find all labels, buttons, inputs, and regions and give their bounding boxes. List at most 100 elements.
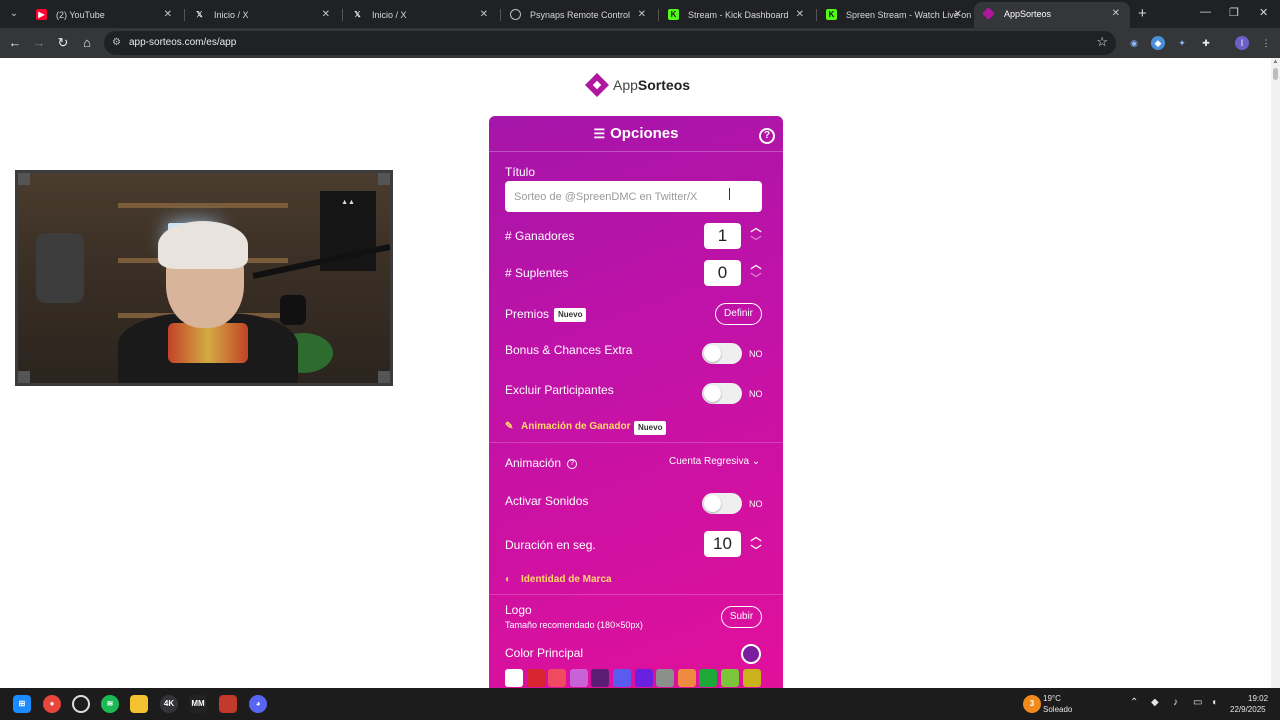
volume-icon[interactable]: ◖ <box>1211 697 1217 708</box>
reload-icon[interactable]: ↻ <box>55 35 71 51</box>
main-color-preview[interactable] <box>741 644 761 664</box>
minimize-icon[interactable]: — <box>1200 6 1211 18</box>
back-icon[interactable]: ← <box>7 35 23 51</box>
app-mm-icon[interactable]: MM <box>189 695 207 713</box>
scroll-up-icon[interactable]: ▲ <box>1272 59 1279 65</box>
color-swatch[interactable] <box>656 669 675 687</box>
color-swatch[interactable] <box>677 669 696 687</box>
x-icon: 𝕏 <box>196 10 203 19</box>
sounds-toggle[interactable] <box>702 493 742 514</box>
home-icon[interactable]: ⌂ <box>79 35 95 51</box>
color-swatch[interactable] <box>613 669 631 687</box>
logo-size-hint: Tamaño recomendado (180×50px) <box>505 620 643 630</box>
upload-logo-button[interactable]: Subir <box>721 606 762 628</box>
substitutes-increment-icon[interactable]: ︿ <box>748 259 764 271</box>
profile-avatar[interactable]: I <box>1235 36 1249 50</box>
options-title: ☰ Opciones <box>593 125 679 142</box>
restore-icon[interactable]: ❐ <box>1229 6 1239 19</box>
microphone-icon[interactable]: ♪ <box>1173 697 1178 708</box>
address-bar[interactable]: ⚙ app-sorteos.com/es/app ☆ <box>104 31 1116 55</box>
tab-title: Inicio / X <box>372 10 407 20</box>
winners-value[interactable]: 1 <box>704 223 741 249</box>
animation-label: Animación? <box>505 456 578 470</box>
color-swatch[interactable] <box>699 669 718 687</box>
new-tab-button[interactable]: + <box>1138 5 1147 23</box>
page-scrollbar[interactable]: ▲ <box>1271 58 1280 688</box>
chevron-up-icon[interactable]: ⌃ <box>1130 697 1138 708</box>
title-input[interactable] <box>505 181 762 212</box>
tab-appsorteos[interactable]: AppSorteos ✕ <box>974 2 1130 28</box>
section-divider <box>489 442 783 443</box>
define-prizes-button[interactable]: Definir <box>715 303 762 325</box>
weather-desc: Soleado <box>1043 705 1073 714</box>
discord-icon[interactable]: ◕ <box>249 695 267 713</box>
windows-start-icon[interactable]: ⊞ <box>13 695 31 713</box>
app-stream-icon[interactable] <box>219 695 237 713</box>
spotify-icon[interactable]: ≋ <box>101 695 119 713</box>
tab-title: Spreen Stream - Watch Live on <box>846 10 972 20</box>
color-swatch[interactable] <box>569 669 588 687</box>
close-icon[interactable]: ✕ <box>954 4 962 26</box>
tab-kick-dashboard[interactable]: K Stream - Kick Dashboard ✕ <box>658 4 814 26</box>
display-icon[interactable]: ▭ <box>1193 697 1202 708</box>
scrollbar-thumb[interactable] <box>1273 68 1278 80</box>
duration-increment-icon[interactable]: ︿ <box>748 531 764 543</box>
help-icon[interactable]: ? <box>759 128 775 144</box>
shirt-print <box>168 323 248 363</box>
frame-corner <box>378 371 390 383</box>
close-icon[interactable]: ✕ <box>164 4 172 26</box>
browser-menu-icon[interactable]: ⋮ <box>1259 36 1273 50</box>
file-explorer-icon[interactable] <box>130 695 148 713</box>
color-swatch[interactable] <box>742 669 761 687</box>
figure <box>36 233 84 303</box>
extension-shield-icon[interactable]: ◆ <box>1151 36 1165 50</box>
animation-help-icon[interactable]: ? <box>567 458 578 469</box>
duration-value[interactable]: 10 <box>704 531 741 557</box>
winners-increment-icon[interactable]: ︿ <box>748 222 764 234</box>
sounds-label: Activar Sonidos <box>505 494 589 508</box>
color-swatch[interactable] <box>505 669 523 687</box>
tab-search-icon[interactable]: ⌄ <box>6 6 22 22</box>
substitutes-decrement-icon[interactable]: ﹀ <box>748 273 764 285</box>
app-4k-icon[interactable]: 4K <box>160 695 178 713</box>
color-swatch[interactable] <box>634 669 653 687</box>
site-info-icon[interactable]: ⚙ <box>112 37 124 49</box>
url-text: app-sorteos.com/es/app <box>129 37 237 48</box>
duration-decrement-icon[interactable]: ﹀ <box>748 545 764 557</box>
extension-translate-icon[interactable]: ✦ <box>1175 36 1189 50</box>
winners-decrement-icon[interactable]: ﹀ <box>748 236 764 248</box>
forward-icon[interactable]: → <box>31 35 47 51</box>
obs-icon[interactable] <box>72 695 90 713</box>
tab-x-home-1[interactable]: 𝕏 Inicio / X ✕ <box>184 4 340 26</box>
weather-icon[interactable]: 3 <box>1023 695 1041 713</box>
sounds-state: NO <box>749 499 763 509</box>
weather-temp: 19°C <box>1043 694 1061 703</box>
tab-psynaps[interactable]: Psynaps Remote Control ✕ <box>500 4 656 26</box>
color-swatch[interactable] <box>721 669 739 687</box>
extensions-puzzle-icon[interactable]: ✚ <box>1199 36 1213 50</box>
tab-youtube[interactable]: ▶ (2) YouTube ✕ <box>26 4 182 26</box>
title-label: Título <box>505 165 536 179</box>
chrome-icon[interactable]: ● <box>43 695 61 713</box>
close-icon[interactable]: ✕ <box>1112 2 1120 26</box>
close-icon[interactable]: ✕ <box>480 4 488 26</box>
color-swatch[interactable] <box>591 669 610 687</box>
substitutes-value[interactable]: 0 <box>704 260 741 286</box>
network-tray-icon[interactable]: ◆ <box>1151 697 1159 708</box>
color-swatch[interactable] <box>526 669 545 687</box>
color-swatch[interactable] <box>548 669 567 687</box>
close-icon[interactable]: ✕ <box>638 4 646 26</box>
tab-x-home-2[interactable]: 𝕏 Inicio / X ✕ <box>342 4 498 26</box>
tab-title: Inicio / X <box>214 10 249 20</box>
close-icon[interactable]: ✕ <box>322 4 330 26</box>
options-panel: ☰Opciones ? Título # Ganadores 1 ︿ ﹀ # S… <box>489 116 783 688</box>
person-beanie <box>158 221 248 269</box>
close-window-icon[interactable]: ✕ <box>1259 6 1268 19</box>
bonus-toggle[interactable] <box>702 343 742 364</box>
bookmark-star-icon[interactable]: ☆ <box>1096 34 1108 50</box>
exclude-toggle[interactable] <box>702 383 742 404</box>
tab-spreen-stream[interactable]: K Spreen Stream - Watch Live on ✕ <box>816 4 972 26</box>
extension-audio-icon[interactable]: ◉ <box>1127 36 1141 50</box>
close-icon[interactable]: ✕ <box>796 4 804 26</box>
animation-select[interactable]: Cuenta Regresiva ⌄ <box>669 456 760 467</box>
